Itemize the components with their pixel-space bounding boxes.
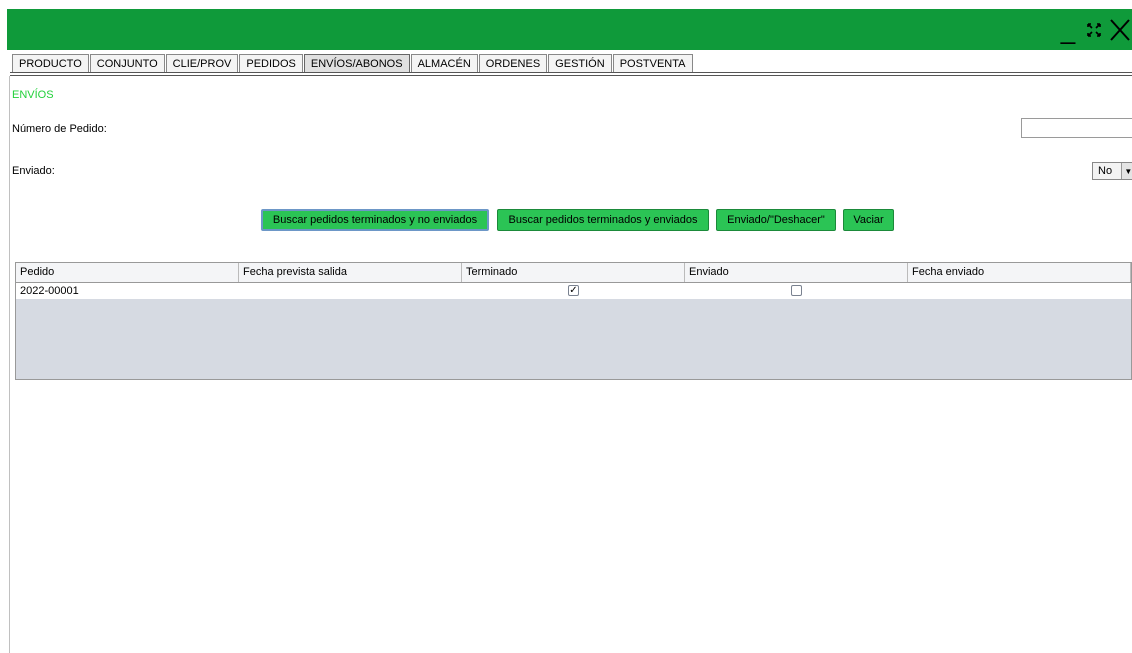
close-button[interactable] [1108,15,1132,45]
close-x-icon [1110,19,1130,41]
sent-label: Enviado: [12,165,55,177]
toggle-sent-button[interactable]: Enviado/"Deshacer" [716,209,836,231]
shipments-table: Pedido Fecha prevista salida Terminado E… [15,262,1132,380]
tab-almacen[interactable]: ALMACÉN [410,54,478,73]
search-finished-not-sent-button[interactable]: Buscar pedidos terminados y no enviados [261,209,489,231]
table-row[interactable]: 2022-00001 ✓ [16,283,1131,299]
tab-divider [10,72,1132,73]
clear-button[interactable]: Vaciar [843,209,894,231]
column-header-terminado[interactable]: Terminado [462,263,685,282]
column-header-fecha-prevista[interactable]: Fecha prevista salida [239,263,462,282]
cell-fecha-prevista [239,283,462,299]
cell-terminado: ✓ [462,283,685,299]
column-header-pedido[interactable]: Pedido [16,263,239,282]
sent-select[interactable]: No ▼ [1092,162,1132,180]
enviado-checkbox[interactable] [791,285,802,296]
cell-fecha-enviado [908,283,1131,299]
tab-producto[interactable]: PRODUCTO [12,54,89,73]
tab-envios-abonos[interactable]: ENVÍOS/ABONOS [303,54,410,73]
cell-enviado [685,283,908,299]
maximize-button[interactable] [1082,15,1106,45]
chevron-down-icon[interactable]: ▼ [1120,163,1132,179]
sent-select-value: No [1098,165,1113,177]
tab-conjunto[interactable]: CONJUNTO [89,54,165,73]
tab-gestion[interactable]: GESTIÓN [548,54,612,73]
order-number-input[interactable] [1021,118,1132,138]
tab-ordenes[interactable]: ORDENES [478,54,548,73]
expand-arrows-icon [1087,23,1101,37]
panel-border [9,76,10,653]
tab-clie-prov[interactable]: CLIE/PROV [165,54,239,73]
column-header-enviado[interactable]: Enviado [685,263,908,282]
order-number-label: Número de Pedido: [12,123,107,135]
cell-pedido: 2022-00001 [20,285,79,297]
main-tabs: PRODUCTO CONJUNTO CLIE/PROV PEDIDOS ENVÍ… [12,54,694,73]
terminado-checkbox[interactable]: ✓ [568,285,579,296]
tab-divider [10,75,1132,76]
title-bar: _ [7,9,1132,50]
minimize-button[interactable]: _ [1056,15,1080,45]
table-header: Pedido Fecha prevista salida Terminado E… [16,263,1131,283]
search-finished-sent-button[interactable]: Buscar pedidos terminados y enviados [497,209,709,231]
window-controls: _ [1056,13,1132,47]
tab-postventa[interactable]: POSTVENTA [612,54,693,73]
tab-pedidos[interactable]: PEDIDOS [239,54,303,73]
section-title: ENVÍOS [12,89,54,101]
column-header-fecha-enviado[interactable]: Fecha enviado [908,263,1131,282]
minimize-icon: _ [1060,15,1076,45]
